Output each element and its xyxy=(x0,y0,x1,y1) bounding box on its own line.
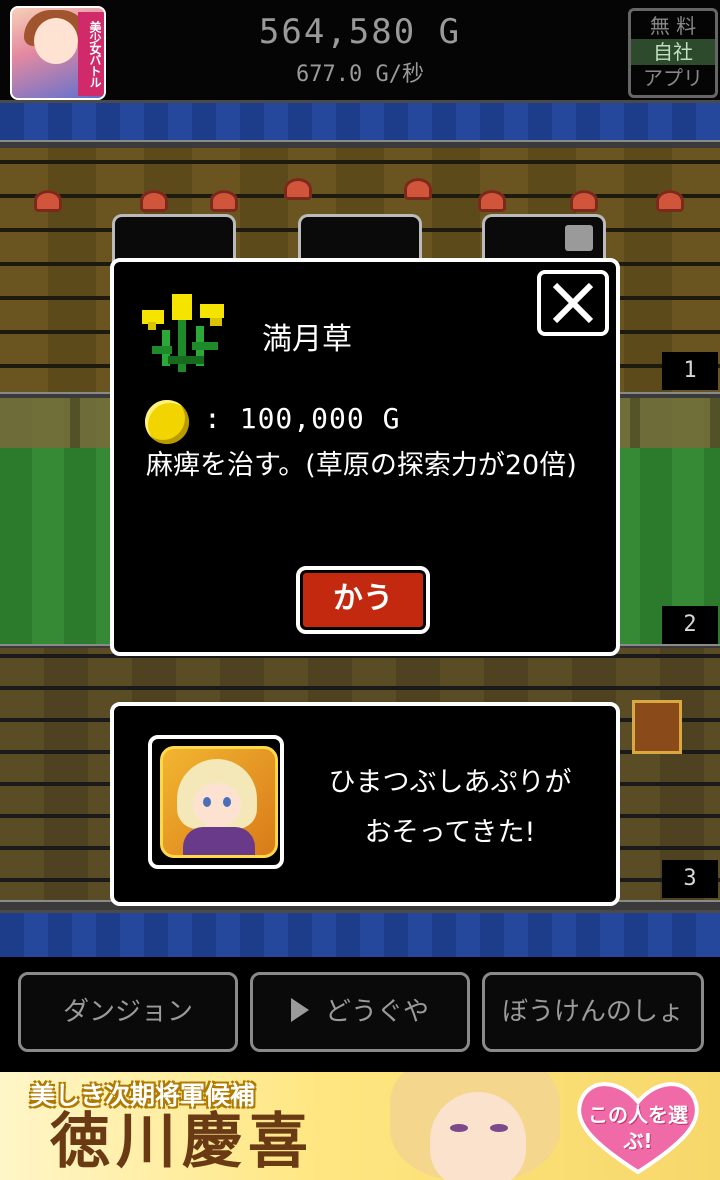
item-description: 麻痺を治す。(草原の探索力が20倍) xyxy=(146,450,577,481)
coin-icon xyxy=(145,400,189,444)
nav-item-shop-label: どうぐや xyxy=(324,997,429,1027)
price-separator: : xyxy=(204,402,222,435)
encounter-message-line2: おそってきた! xyxy=(364,817,536,848)
encounter-message-line1: ひまつぶしあぷりが xyxy=(328,767,572,798)
ad-cta-text: この人を選ぶ! xyxy=(588,1103,688,1153)
free-app-button[interactable]: 無 料 自社 アプリ xyxy=(628,8,718,98)
free-app-line3: アプリ xyxy=(643,66,703,90)
water-strip xyxy=(0,910,720,957)
floor-number: 3 xyxy=(662,860,718,898)
nav-item-shop-button[interactable]: どうぐや xyxy=(250,972,470,1052)
torch-icon xyxy=(656,190,684,212)
torch-icon xyxy=(140,190,168,212)
yellow-herb-icon xyxy=(142,294,224,372)
item-name: 満月草 xyxy=(262,322,352,357)
floor-number: 1 xyxy=(662,352,718,390)
enemy-portrait xyxy=(160,746,278,858)
ad-character-portrait xyxy=(380,1072,560,1180)
close-button[interactable] xyxy=(537,270,609,336)
character-face xyxy=(34,18,78,64)
free-app-line2: 自社 xyxy=(631,39,715,65)
lock-icon xyxy=(565,225,593,251)
close-icon xyxy=(552,282,594,324)
nav-dungeon-button[interactable]: ダンジョン xyxy=(18,972,238,1052)
ad-banner[interactable]: 美しき次期将軍候補 徳川慶喜 この人を選ぶ! xyxy=(0,1072,720,1180)
floor-number: 2 xyxy=(662,606,718,644)
gold-rate: 677.0 G/秒 xyxy=(296,62,424,87)
selected-arrow-icon xyxy=(290,998,309,1022)
torch-icon xyxy=(478,190,506,212)
torch-icon xyxy=(404,178,432,200)
free-app-line1: 無 料 xyxy=(649,14,697,38)
torch-icon xyxy=(34,190,62,212)
item-price: : 100,000 G xyxy=(204,402,400,435)
app-promo-icon[interactable]: 美少女バトル xyxy=(10,6,106,100)
price-value: 100,000 G xyxy=(239,402,401,435)
gold-total: 564,580 G xyxy=(258,12,462,52)
bottom-nav: ダンジョン どうぐや ぼうけんのしょ xyxy=(0,962,720,1072)
ad-title: 徳川慶喜 xyxy=(50,1107,314,1177)
torch-icon xyxy=(210,190,238,212)
torch-icon xyxy=(284,178,312,200)
torch-icon xyxy=(570,190,598,212)
app-promo-label: 美少女バトル xyxy=(78,12,104,96)
nav-journal-button[interactable]: ぼうけんのしょ xyxy=(482,972,704,1052)
equipment-tabs xyxy=(112,214,622,265)
buy-button[interactable]: かう xyxy=(296,566,430,634)
treasure-chest-icon xyxy=(632,700,682,754)
